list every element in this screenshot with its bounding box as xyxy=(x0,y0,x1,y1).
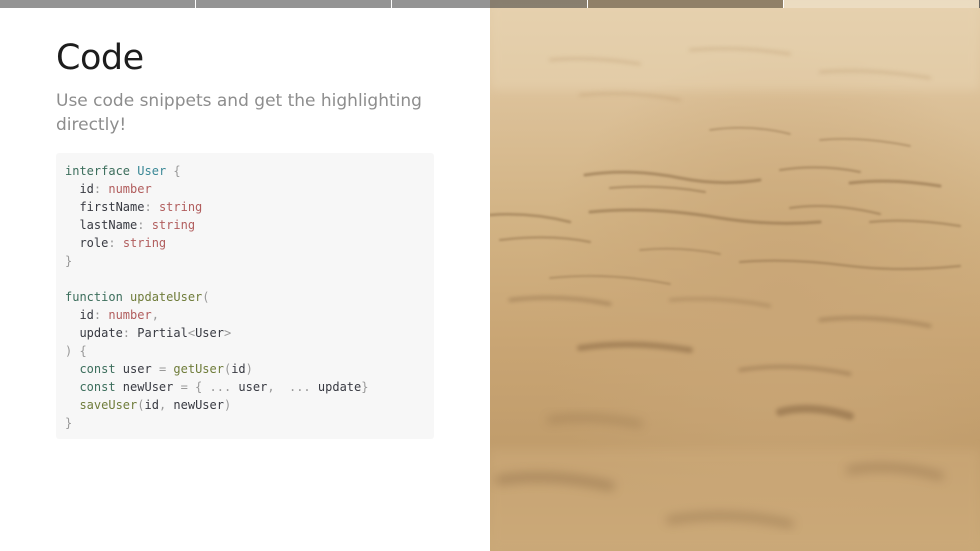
code-snippet: interface User { id: number firstName: s… xyxy=(56,153,434,439)
code-token: } xyxy=(65,416,73,430)
code-token: user xyxy=(238,380,268,394)
code-token: number xyxy=(108,308,152,322)
code-token: : xyxy=(108,236,123,250)
code-line: const newUser = { ... user, ... update} xyxy=(65,378,425,396)
code-token: ) xyxy=(245,362,253,376)
code-line: function updateUser( xyxy=(65,288,425,306)
code-token: newUser xyxy=(173,398,224,412)
code-token: < xyxy=(187,326,196,340)
code-token: ) { xyxy=(65,344,87,358)
code-token: id xyxy=(65,308,94,322)
code-token: Partial xyxy=(137,326,188,340)
code-token: , xyxy=(151,308,159,322)
code-token: : xyxy=(144,200,159,214)
code-line: interface User { xyxy=(65,162,425,180)
code-line: role: string xyxy=(65,234,425,252)
progress-segment[interactable] xyxy=(196,0,392,8)
code-token: getUser xyxy=(173,362,224,376)
code-token: = xyxy=(158,362,174,376)
code-token: ( xyxy=(202,290,210,304)
sand-texture xyxy=(490,0,980,551)
code-token: updateUser xyxy=(130,290,203,304)
code-token: User xyxy=(195,326,224,340)
code-line: } xyxy=(65,252,425,270)
code-token: const xyxy=(65,362,116,376)
code-token: : xyxy=(137,218,152,232)
code-token: saveUser xyxy=(65,398,138,412)
code-token: role xyxy=(65,236,109,250)
slide-progress-bar[interactable] xyxy=(0,0,980,8)
code-token: , xyxy=(158,398,174,412)
code-line: const user = getUser(id) xyxy=(65,360,425,378)
code-line: id: number, xyxy=(65,306,425,324)
progress-segment[interactable] xyxy=(784,0,980,8)
code-token: interface xyxy=(65,164,131,178)
code-line: id: number xyxy=(65,180,425,198)
code-token: = { ... xyxy=(180,380,239,394)
code-line: update: Partial<User> xyxy=(65,324,425,342)
code-token: > xyxy=(223,326,232,340)
slide-title: Code xyxy=(56,38,144,78)
code-token: id xyxy=(144,398,159,412)
code-token: const xyxy=(65,380,116,394)
progress-segment[interactable] xyxy=(0,0,196,8)
code-token: newUser xyxy=(115,380,181,394)
code-token: : xyxy=(93,308,109,322)
code-token: User xyxy=(137,164,167,178)
code-token: ) xyxy=(223,398,232,412)
code-line: firstName: string xyxy=(65,198,425,216)
slide: Code Use code snippets and get the highl… xyxy=(0,0,980,551)
code-token: : xyxy=(93,182,109,196)
code-token: string xyxy=(122,236,167,250)
code-token: id xyxy=(231,362,246,376)
code-token: update xyxy=(317,380,362,394)
code-token: { xyxy=(166,164,181,178)
code-token: string xyxy=(151,218,196,232)
code-token: lastName xyxy=(65,218,138,232)
code-token: firstName xyxy=(65,200,145,214)
code-token: user xyxy=(115,362,159,376)
code-token: , ... xyxy=(267,380,318,394)
code-line: lastName: string xyxy=(65,216,425,234)
slide-subtitle: Use code snippets and get the highlighti… xyxy=(56,91,422,135)
code-token: update xyxy=(65,326,123,340)
code-token: } xyxy=(361,380,369,394)
code-token: number xyxy=(108,182,152,196)
code-line: ) { xyxy=(65,342,425,360)
code-token: function xyxy=(65,290,123,304)
content-panel: Code Use code snippets and get the highl… xyxy=(0,0,490,551)
code-line: saveUser(id, newUser) xyxy=(65,396,425,414)
code-token: } xyxy=(65,254,73,268)
sand-photo xyxy=(490,0,980,551)
code-token: string xyxy=(158,200,203,214)
code-line: } xyxy=(65,414,425,432)
progress-segment[interactable] xyxy=(392,0,588,8)
code-token: : xyxy=(122,326,138,340)
code-token: id xyxy=(65,182,94,196)
progress-segment[interactable] xyxy=(588,0,784,8)
